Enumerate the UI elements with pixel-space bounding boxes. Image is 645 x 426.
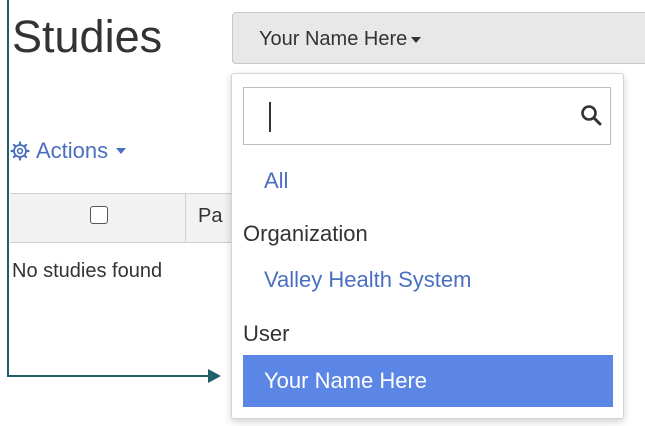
empty-table-message: No studies found — [12, 260, 163, 282]
dropdown-search-box[interactable] — [243, 87, 611, 145]
actions-label: Actions — [36, 138, 109, 163]
caret-down-icon — [411, 36, 422, 43]
user-select-label: Your Name Here — [259, 28, 422, 51]
actions-menu-button[interactable]: Actions — [10, 138, 127, 164]
option-all[interactable]: All — [264, 168, 288, 194]
studies-table-header: Pa — [10, 193, 250, 243]
group-label-user: User — [243, 321, 290, 346]
text-cursor — [269, 102, 271, 132]
option-valley-health-system[interactable]: Valley Health System — [264, 267, 471, 293]
select-all-checkbox[interactable] — [90, 206, 108, 224]
annotation-frame-bottom — [7, 375, 211, 377]
annotation-frame-left — [7, 0, 9, 377]
annotation-arrow — [208, 369, 221, 383]
search-icon — [581, 105, 602, 126]
page-title: Studies — [12, 11, 163, 62]
user-select-button[interactable]: Your Name Here — [232, 12, 645, 64]
gear-icon — [10, 141, 30, 161]
selected-option-label: Your Name Here — [264, 368, 428, 393]
caret-down-icon — [116, 148, 127, 154]
column-header[interactable]: Pa — [198, 205, 222, 228]
dropdown-search-input[interactable] — [258, 96, 562, 138]
column-divider — [185, 194, 186, 242]
group-label-organization: Organization — [243, 221, 368, 246]
user-select-text: Your Name Here — [259, 28, 408, 50]
user-filter-dropdown: All Organization Valley Health System Us… — [231, 73, 624, 419]
option-your-name-here-selected[interactable]: Your Name Here — [243, 355, 613, 407]
